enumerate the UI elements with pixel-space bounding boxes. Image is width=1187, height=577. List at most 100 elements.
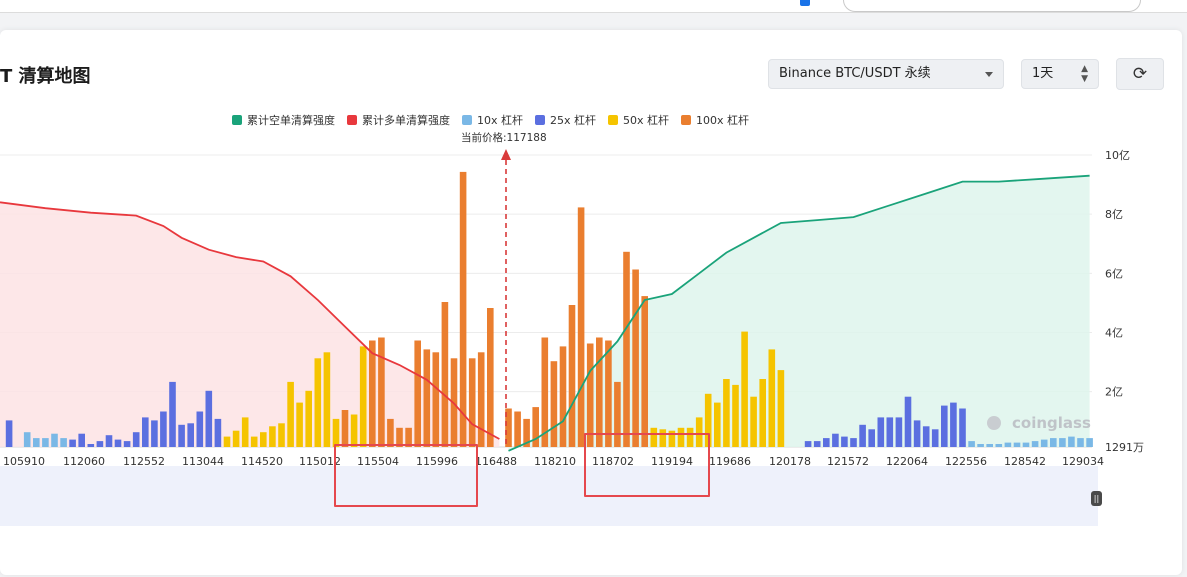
bar (586, 343, 594, 447)
x-tick-label: 112552 (123, 455, 165, 468)
bar (60, 438, 67, 447)
x-tick-label: 129034 (1062, 455, 1104, 468)
bar (323, 352, 331, 447)
y-tick-label: 6亿 (1105, 267, 1123, 280)
y-tick-label: 4亿 (1105, 327, 1123, 340)
bar (160, 411, 167, 447)
x-tick-label: 116488 (475, 455, 517, 468)
bar (296, 402, 303, 447)
bar (1040, 439, 1048, 447)
bar (904, 396, 912, 447)
bar (977, 444, 984, 447)
bar (78, 433, 85, 447)
bar (151, 420, 158, 447)
bar (514, 411, 521, 447)
bar (477, 352, 485, 447)
bar (759, 379, 766, 447)
bar (378, 337, 385, 447)
x-tick-label: 122556 (945, 455, 987, 468)
y-tick-label: 2亿 (1105, 386, 1123, 399)
bar (1050, 438, 1057, 447)
bar (414, 340, 421, 447)
bar (968, 441, 975, 447)
bar (1004, 442, 1012, 447)
bar (96, 441, 104, 447)
bar (387, 418, 394, 447)
bar (42, 438, 49, 447)
bar (341, 410, 349, 447)
bar (105, 435, 113, 447)
bar (205, 390, 213, 447)
bar (87, 444, 95, 447)
bar (1068, 436, 1075, 447)
bar (768, 349, 776, 447)
bar (823, 438, 830, 447)
bar (142, 417, 149, 447)
y-tick-label: 8亿 (1105, 208, 1123, 221)
short-liquidation-area (508, 175, 1090, 451)
coinglass-watermark: coinglass (1012, 414, 1091, 432)
bar (187, 423, 194, 447)
bar (459, 171, 467, 447)
bar (223, 436, 231, 447)
bar (922, 426, 930, 447)
x-tick-label: 112060 (63, 455, 105, 468)
bar (69, 439, 76, 447)
x-tick-label: 120178 (769, 455, 811, 468)
bar (913, 420, 921, 447)
coinglass-logo-icon (987, 416, 1001, 430)
bar (278, 423, 285, 447)
x-tick-label: 121572 (827, 455, 869, 468)
bar (723, 379, 730, 447)
bar (777, 370, 785, 447)
bar (51, 433, 58, 447)
bar (714, 402, 721, 447)
bar (986, 444, 993, 447)
bar (850, 438, 857, 447)
y-tick-label: 10亿 (1105, 149, 1130, 162)
bar (232, 430, 240, 447)
bar (5, 420, 13, 447)
bar (931, 429, 939, 447)
bar (1086, 438, 1093, 447)
bar (1031, 441, 1039, 447)
bar (1059, 438, 1066, 447)
bar (732, 384, 739, 447)
bar (950, 402, 957, 447)
x-tick-label: 105910 (3, 455, 45, 468)
bar (178, 424, 185, 447)
bar (33, 438, 40, 447)
bar (314, 358, 322, 447)
bar (750, 396, 757, 447)
bar (468, 358, 476, 447)
bar (350, 414, 358, 447)
bar (632, 269, 639, 447)
bar (23, 432, 31, 447)
bar (196, 411, 204, 447)
bar (605, 340, 612, 447)
bar (995, 444, 1003, 447)
bar (877, 417, 885, 447)
x-tick-label: 122064 (886, 455, 928, 468)
bar (441, 302, 449, 447)
bar (287, 381, 294, 447)
bar (241, 417, 249, 447)
bar (959, 408, 966, 447)
bar (423, 349, 431, 447)
bar (532, 407, 539, 447)
bar (1022, 442, 1030, 447)
bar (941, 405, 948, 447)
bar (169, 381, 176, 447)
bar (623, 251, 630, 447)
bar (1013, 442, 1021, 447)
bar (332, 418, 340, 447)
bar (813, 441, 821, 447)
bar (886, 417, 894, 447)
bar (550, 361, 558, 447)
bar (868, 429, 875, 447)
bar (369, 340, 376, 447)
bar (487, 308, 494, 447)
bar (250, 436, 258, 447)
bar (214, 418, 222, 447)
bar (859, 424, 866, 447)
